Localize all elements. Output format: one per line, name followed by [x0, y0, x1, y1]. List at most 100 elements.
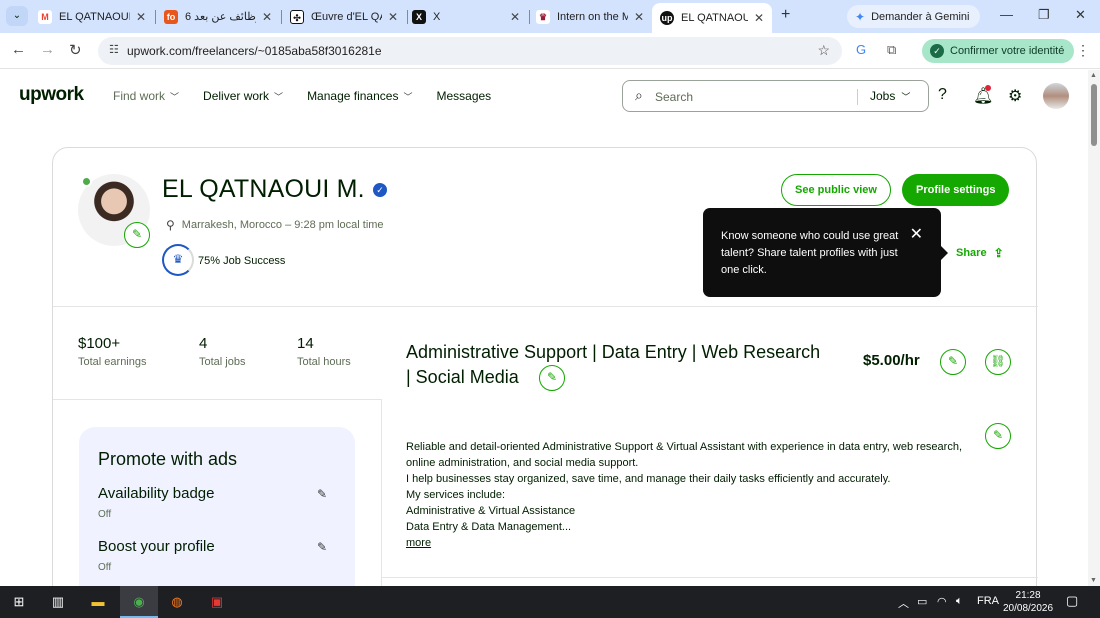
- task-view-icon[interactable]: ▥: [47, 591, 69, 613]
- share-upload-icon: ⇪: [993, 246, 1004, 260]
- overview-line: Administrative & Virtual Assistance: [406, 505, 576, 517]
- tab-title: X: [433, 10, 441, 23]
- nav-manage-finances[interactable]: Manage finances ﹀: [307, 89, 412, 103]
- verify-identity-button[interactable]: ✓ Confirmer votre identité: [922, 39, 1075, 63]
- close-icon[interactable]: ✕: [634, 10, 644, 24]
- promo-item-title: Boost your profile: [98, 538, 215, 555]
- see-public-view-button[interactable]: See public view: [781, 174, 891, 206]
- divider: [53, 399, 381, 400]
- edit-title-pencil-icon[interactable]: ✎: [539, 365, 565, 391]
- browser-tab[interactable]: M EL QATNAOUI_y ✕: [30, 4, 154, 29]
- overview-more-link[interactable]: more: [406, 535, 966, 551]
- nav-messages[interactable]: Messages: [436, 89, 491, 103]
- copy-link-icon[interactable]: ⛓: [985, 349, 1011, 375]
- notification-center-icon[interactable]: ▢: [1066, 593, 1078, 609]
- volume-icon[interactable]: 🔈︎: [956, 595, 963, 608]
- back-arrow-icon[interactable]: ←: [11, 41, 26, 58]
- stat-value: 14: [297, 335, 314, 352]
- nav-label: Messages: [436, 89, 492, 103]
- promo-item-status: Off: [98, 509, 112, 520]
- tab-title: Intern on the M: [557, 10, 628, 23]
- page-scrollbar[interactable]: ▲ ▼: [1088, 70, 1100, 586]
- url-text: upwork.com/freelancers/~0185aba58f301628…: [127, 44, 382, 58]
- search-input[interactable]: [655, 88, 855, 106]
- restore-icon[interactable]: ❐: [1038, 7, 1050, 23]
- edit-overview-pencil-icon[interactable]: ✎: [985, 423, 1011, 449]
- scroll-up-icon[interactable]: ▲: [1090, 72, 1097, 79]
- bookmark-star-icon[interactable]: ☆: [817, 42, 830, 59]
- input-language[interactable]: FRA: [977, 595, 999, 607]
- minimize-icon[interactable]: —: [1000, 7, 1013, 22]
- close-icon[interactable]: ✕: [136, 10, 146, 24]
- translate-icon[interactable]: G: [856, 42, 866, 57]
- job-success-text: 75% Job Success: [198, 255, 286, 267]
- forward-arrow-icon[interactable]: →: [40, 41, 55, 58]
- window-close-icon[interactable]: ✕: [1075, 7, 1086, 23]
- extensions-puzzle-icon[interactable]: ⧉: [887, 42, 896, 58]
- close-icon[interactable]: ✕: [754, 11, 764, 25]
- close-icon[interactable]: ✕: [388, 10, 398, 24]
- tray-chevron-up-icon[interactable]: ︿: [898, 595, 909, 611]
- browser-tab[interactable]: X X ✕: [404, 4, 528, 29]
- tooltip-text: Know someone who could use great talent?…: [721, 230, 899, 276]
- scroll-down-icon[interactable]: ▼: [1090, 577, 1097, 584]
- pdf-app-icon[interactable]: ▣: [206, 591, 228, 613]
- tab-title: EL QATNAOUI M: [681, 12, 748, 24]
- edit-rate-pencil-icon[interactable]: ✎: [940, 349, 966, 375]
- wifi-icon[interactable]: ◠: [937, 595, 947, 608]
- x-logo-icon: X: [412, 9, 426, 24]
- gmail-icon: M: [38, 9, 52, 24]
- search-scope-dropdown[interactable]: Jobs ﹀: [870, 89, 910, 103]
- search-box: ⌕ Jobs ﹀: [622, 80, 929, 112]
- search-scope-label: Jobs: [870, 89, 896, 103]
- stat-value: 4: [199, 335, 208, 352]
- promo-item-title: Availability badge: [98, 485, 215, 502]
- firefox-icon[interactable]: ◍: [166, 591, 188, 613]
- clock-time: 21:28: [1015, 590, 1041, 601]
- promo-item-status: Off: [98, 562, 112, 573]
- upwork-logo[interactable]: upwork: [19, 84, 84, 106]
- browser-menu-icon[interactable]: ⋮: [1076, 42, 1090, 59]
- location-pin-icon: ⚲: [166, 218, 175, 232]
- profile-title-line: Administrative Support | Data Entry | We…: [406, 342, 821, 362]
- new-tab-button[interactable]: +: [781, 6, 790, 24]
- nav-deliver-work[interactable]: Deliver work ﹀: [203, 89, 283, 103]
- edit-availability-pencil-icon[interactable]: ✎: [317, 487, 327, 501]
- close-icon[interactable]: ✕: [910, 226, 923, 243]
- settings-gear-icon[interactable]: ⚙: [1008, 86, 1022, 106]
- browser-tab[interactable]: fo وظائف عن بعد 6 ✕: [156, 4, 280, 29]
- browser-tab[interactable]: ✣ Œuvre d'EL QAT ✕: [282, 4, 406, 29]
- close-icon[interactable]: ✕: [262, 10, 272, 24]
- profile-location: ⚲ Marrakesh, Morocco – 9:28 pm local tim…: [166, 218, 384, 232]
- battery-icon[interactable]: ▭: [917, 595, 927, 608]
- tab-search-chevron-icon[interactable]: ⌄: [6, 6, 28, 26]
- job-success-crown-icon: ♛: [162, 244, 194, 276]
- overview-line: Reliable and detail-oriented Administrat…: [406, 441, 963, 469]
- close-icon[interactable]: ✕: [510, 10, 520, 24]
- gemini-button[interactable]: ✦ Demander à Gemini: [847, 5, 980, 28]
- taskbar-clock[interactable]: 21:28 20/08/2026: [1003, 589, 1053, 615]
- site-info-icon[interactable]: ☷: [109, 43, 119, 56]
- edit-photo-pencil-icon[interactable]: ✎: [124, 222, 150, 248]
- chrome-icon[interactable]: ◉: [128, 591, 150, 613]
- user-avatar[interactable]: [1043, 83, 1069, 109]
- file-explorer-icon[interactable]: ▬: [87, 591, 109, 613]
- tab-title: Œuvre d'EL QAT: [311, 10, 382, 23]
- search-icon: ⌕: [635, 87, 643, 103]
- address-bar[interactable]: ☷ upwork.com/freelancers/~0185aba58f3016…: [98, 37, 842, 65]
- tab-title: EL QATNAOUI_y: [59, 10, 130, 23]
- nav-label: Manage finances: [307, 89, 399, 103]
- nav-find-work[interactable]: Find work ﹀: [113, 89, 179, 103]
- profile-name: EL QATNAOUI M.: [162, 175, 365, 203]
- share-button[interactable]: Share ⇪: [956, 246, 1004, 260]
- edit-boost-pencil-icon[interactable]: ✎: [317, 540, 327, 554]
- browser-tab[interactable]: ♛ Intern on the M ✕: [528, 4, 652, 29]
- browser-tab-active[interactable]: up EL QATNAOUI M ✕: [652, 3, 772, 33]
- divider: [381, 399, 382, 586]
- scrollbar-thumb[interactable]: [1091, 84, 1097, 146]
- help-icon[interactable]: ?: [938, 86, 947, 104]
- chevron-down-icon: ﹀: [170, 91, 180, 102]
- profile-settings-button[interactable]: Profile settings: [902, 174, 1010, 206]
- reload-icon[interactable]: ↻: [69, 41, 82, 59]
- windows-start-icon[interactable]: ⊞: [8, 591, 30, 613]
